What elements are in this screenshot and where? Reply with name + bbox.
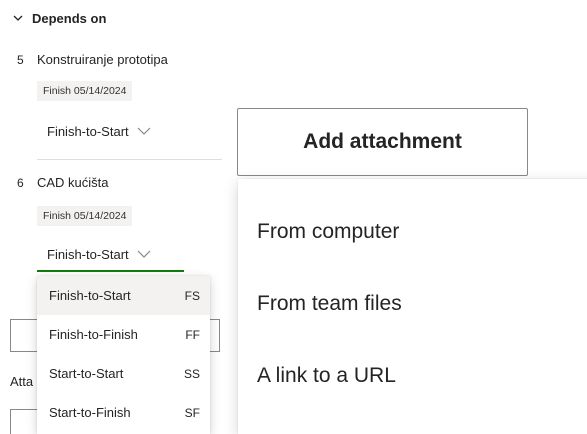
item-divider <box>37 159 222 160</box>
menu-item-link-to-url[interactable]: A link to a URL <box>238 340 587 412</box>
finish-date-badge: Finish 05/14/2024 <box>37 206 133 226</box>
finish-date-badge: Finish 05/14/2024 <box>37 81 133 101</box>
option-label: Start-to-Finish <box>49 405 131 420</box>
option-abbr: SF <box>184 405 200 420</box>
add-attachment-button[interactable]: Add attachment <box>237 108 528 176</box>
option-label: Finish-to-Start <box>49 288 131 303</box>
dependency-type-dropdown[interactable]: Finish-to-Start <box>47 120 151 142</box>
dependency-type-listbox: Finish-to-Start FS Finish-to-Finish FF S… <box>37 276 210 434</box>
option-start-to-finish[interactable]: Start-to-Finish SF <box>37 393 210 432</box>
dependency-type-value: Finish-to-Start <box>47 246 129 262</box>
option-finish-to-start[interactable]: Finish-to-Start FS <box>37 276 210 315</box>
menu-top-padding <box>238 179 587 196</box>
depends-on-header[interactable]: Depends on <box>12 9 106 27</box>
attachments-label-partial: Atta <box>10 374 34 389</box>
dependency-number: 5 <box>17 53 24 67</box>
dependency-name: CAD kućišta <box>37 175 109 190</box>
option-label: Start-to-Start <box>49 366 124 381</box>
menu-item-from-team-files[interactable]: From team files <box>238 268 587 340</box>
chevron-down-icon <box>137 250 151 258</box>
attachment-menu: From computer From team files A link to … <box>238 179 587 434</box>
chevron-down-icon <box>137 127 151 135</box>
option-start-to-start[interactable]: Start-to-Start SS <box>37 354 210 393</box>
dependency-name: Konstruiranje prototipa <box>37 52 168 67</box>
menu-item-from-computer[interactable]: From computer <box>238 196 587 268</box>
dependency-type-value: Finish-to-Start <box>47 123 129 139</box>
option-abbr: FF <box>185 327 200 342</box>
dependency-type-dropdown[interactable]: Finish-to-Start <box>47 243 151 265</box>
dependency-number: 6 <box>17 176 24 190</box>
chevron-down-icon <box>13 15 23 21</box>
option-abbr: SS <box>183 366 200 381</box>
dropdown-focus-underline <box>37 270 184 272</box>
option-label: Finish-to-Finish <box>49 327 138 342</box>
option-abbr: FS <box>184 288 200 303</box>
option-finish-to-finish[interactable]: Finish-to-Finish FF <box>37 315 210 354</box>
depends-on-title: Depends on <box>32 10 107 26</box>
underlying-checkbox[interactable] <box>10 409 40 434</box>
